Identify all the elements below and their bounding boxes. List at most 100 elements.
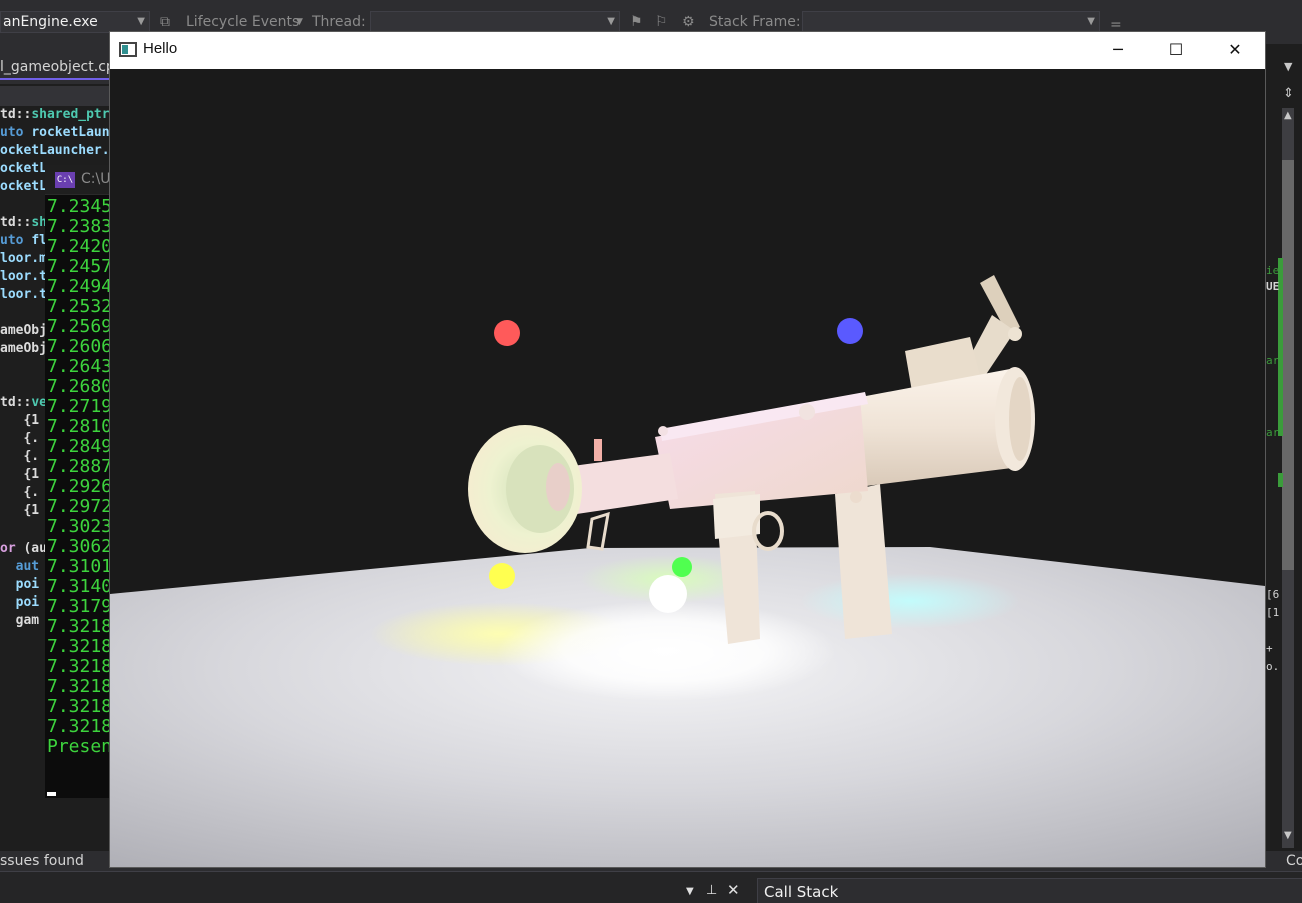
- console-line: 7.2345: [47, 196, 111, 217]
- code-token: td::: [0, 215, 32, 230]
- code-line: poi: [0, 576, 40, 594]
- green-light-sphere: [672, 557, 692, 577]
- right-panel-text: ar: [1266, 426, 1280, 439]
- console-line: 7.2719: [47, 396, 111, 417]
- console-output: 7.2345 7.2383 7.2420 7.2457 7.2494 7.2532 7.25…: [47, 197, 111, 757]
- scroll-up-icon[interactable]: ▲: [1284, 110, 1292, 121]
- code-token: ocketLauncher.: [0, 143, 110, 158]
- code-line: {.: [0, 430, 39, 448]
- console-line: 7.3101: [47, 556, 111, 577]
- console-line: 7.3218: [47, 696, 111, 717]
- close-icon: ✕: [1228, 40, 1242, 59]
- issues-status[interactable]: ssues found: [0, 851, 84, 871]
- scrollbar-thumb[interactable]: [1282, 160, 1294, 570]
- scene-canvas: [110, 275, 1265, 867]
- console-line: 7.2494: [47, 276, 111, 297]
- console-line: 7.2420: [47, 236, 111, 257]
- code-token: ameObj: [0, 323, 47, 338]
- cyan-light-spot: [800, 573, 1020, 629]
- console-line: 7.2606: [47, 336, 111, 357]
- code-line: {.: [0, 448, 39, 466]
- console-window[interactable]: C:\ C:\U 7.2345 7.2383 7.2420 7.2457 7.2494 7…: [45, 165, 111, 798]
- editor-navigation-bar[interactable]: [0, 86, 110, 106]
- close-button[interactable]: ✕: [1206, 32, 1264, 69]
- code-token: {.: [0, 485, 40, 500]
- console-line: 7.2926: [47, 476, 111, 497]
- console-line: 7.3218: [47, 676, 111, 697]
- thread-label: Thread:: [312, 14, 366, 30]
- stack-frame-combo[interactable]: ▼: [802, 11, 1100, 33]
- hello-window[interactable]: Hello ─ ☐ ✕: [109, 31, 1266, 868]
- dropdown-chevron-icon[interactable]: ▼: [1284, 60, 1292, 73]
- tab-gameobject-cpp[interactable]: l_gameobject.cpp: [0, 56, 110, 80]
- render-viewport[interactable]: [110, 69, 1265, 867]
- right-panel-text: [6: [1266, 588, 1280, 601]
- code-token: td::: [0, 107, 32, 122]
- code-line: loor.m: [0, 250, 47, 268]
- code-line: {1: [0, 412, 39, 430]
- code-token: loor.t: [0, 269, 47, 284]
- flag-thread-icon[interactable]: ⚐: [655, 13, 668, 31]
- code-token: loor.m: [0, 251, 47, 266]
- code-line: gam: [0, 612, 40, 630]
- call-stack-label: Call Stack: [764, 883, 839, 901]
- console-titlebar[interactable]: C:\ C:\U: [45, 165, 111, 195]
- close-pane-icon[interactable]: ✕: [727, 881, 740, 899]
- code-token: gam: [0, 613, 40, 628]
- code-token: uto: [0, 125, 32, 140]
- hello-titlebar[interactable]: Hello ─ ☐ ✕: [110, 32, 1265, 69]
- maximize-icon: ☐: [1168, 40, 1184, 59]
- console-line: 7.3218: [47, 656, 111, 677]
- chevron-down-icon: ▼: [1087, 16, 1095, 27]
- code-token: {1: [0, 467, 40, 482]
- console-line: 7.2810: [47, 416, 111, 437]
- code-line: poi: [0, 594, 40, 612]
- code-line: loor.t: [0, 268, 47, 286]
- pane-dropdown-icon[interactable]: ▼: [686, 886, 694, 897]
- split-icon[interactable]: ⇕: [1283, 86, 1294, 101]
- code-line: ocketL: [0, 178, 47, 196]
- code-token: rocketLaun: [31, 125, 110, 140]
- stack-frame-icon[interactable]: ⚙: [682, 13, 695, 31]
- code-token: {1: [0, 503, 40, 518]
- maximize-button[interactable]: ☐: [1147, 32, 1205, 69]
- code-line: ocketLauncher.: [0, 142, 110, 160]
- console-cursor: [47, 792, 56, 796]
- white-light-spot: [496, 601, 836, 701]
- lifecycle-icon[interactable]: ⧉: [160, 13, 170, 31]
- thread-combo[interactable]: ▼: [370, 11, 620, 33]
- code-token: aut: [0, 559, 40, 574]
- minimize-icon: ─: [1113, 40, 1123, 59]
- console-line: 7.3218: [47, 636, 111, 657]
- lifecycle-chevron-icon[interactable]: ▼: [296, 13, 303, 31]
- code-token: td::: [0, 395, 32, 410]
- pin-icon[interactable]: ⊥: [706, 883, 717, 898]
- console-present-line: Presen: [47, 736, 111, 757]
- console-app-icon: C:\: [55, 172, 75, 188]
- right-panel-text: UE: [1266, 280, 1280, 293]
- console-line: 7.2383: [47, 216, 111, 237]
- lifecycle-events-button[interactable]: Lifecycle Events: [186, 13, 299, 31]
- chevron-down-icon: ▼: [607, 16, 615, 27]
- minimize-button[interactable]: ─: [1089, 32, 1147, 69]
- scroll-down-icon[interactable]: ▼: [1284, 830, 1292, 841]
- code-line: ameObj: [0, 340, 47, 358]
- code-token: ameObj: [0, 341, 47, 356]
- flag-icon[interactable]: ⚑: [630, 13, 643, 31]
- console-line: 7.3179: [47, 596, 111, 617]
- code-token: poi: [0, 577, 40, 592]
- code-token: {.: [0, 431, 40, 446]
- window-app-icon: [119, 42, 137, 57]
- diagnostic-marker: [1278, 473, 1283, 487]
- code-line: td::shared_ptr: [0, 106, 110, 124]
- right-panel-text: [1: [1266, 606, 1280, 619]
- tab-call-stack[interactable]: Call Stack: [757, 878, 1302, 903]
- process-combo[interactable]: anEngine.exe ▼: [0, 11, 150, 33]
- right-panel-text: ie: [1266, 264, 1280, 277]
- yellow-light-sphere: [489, 563, 515, 589]
- code-line: {.: [0, 484, 39, 502]
- tab-label: l_gameobject.cpp: [0, 59, 110, 75]
- console-line: 7.2569: [47, 316, 111, 337]
- console-line: 7.3023: [47, 516, 111, 537]
- code-token: poi: [0, 595, 40, 610]
